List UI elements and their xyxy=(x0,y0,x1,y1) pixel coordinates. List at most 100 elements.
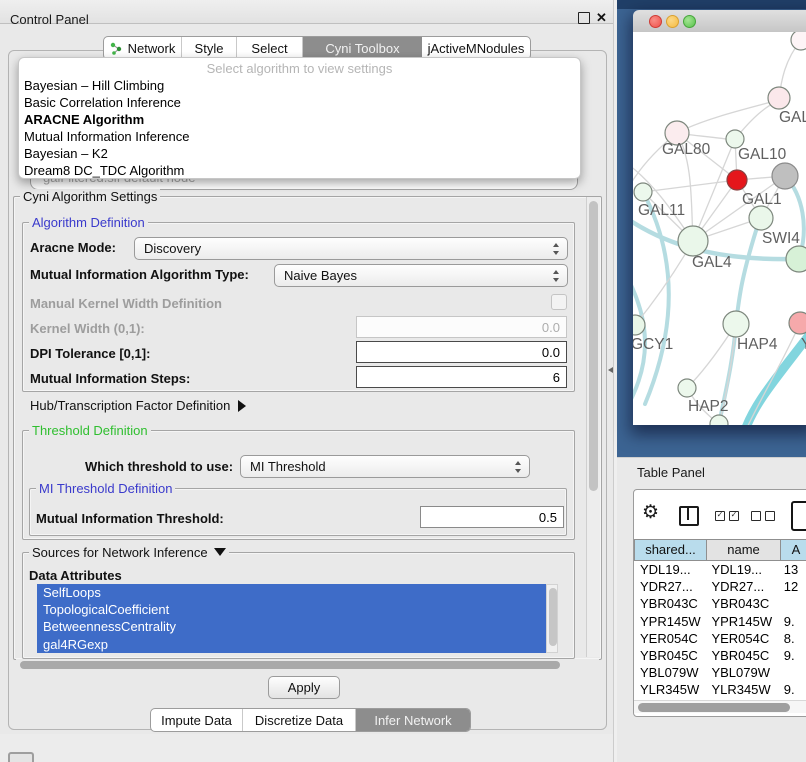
tab-label: jActiveMNodules xyxy=(428,41,525,56)
network-edge[interactable] xyxy=(677,100,779,133)
table-header-row: shared...nameA xyxy=(634,539,806,561)
algorithm-option[interactable]: Dream8 DC_TDC Algorithm xyxy=(19,162,580,179)
algorithm-option[interactable]: Bayesian – Hill Climbing xyxy=(19,77,580,94)
close-traffic-light-icon[interactable] xyxy=(649,15,662,28)
table-row[interactable]: YBR045CYBR045C9. xyxy=(634,647,806,664)
hub-definition-toggle[interactable]: Hub/Transcription Factor Definition xyxy=(30,398,246,413)
scrollbar-thumb[interactable] xyxy=(638,703,790,712)
table-cell: YBR043C xyxy=(634,595,706,612)
scrollbar-thumb[interactable] xyxy=(20,661,560,669)
attributes-list-scrollbar[interactable] xyxy=(546,584,558,653)
table-row[interactable]: YPR145WYPR145W9. xyxy=(634,613,806,630)
which-threshold-value: MI Threshold xyxy=(250,459,326,474)
gear-icon[interactable]: ⚙ xyxy=(642,503,659,523)
network-node[interactable] xyxy=(727,170,747,190)
network-node[interactable] xyxy=(772,163,798,189)
mi-threshold-definition-title: MI Threshold Definition xyxy=(36,481,175,496)
tab-impute-data[interactable]: Impute Data xyxy=(151,709,243,731)
mi-type-value: Naive Bayes xyxy=(284,268,357,283)
network-node-label: SWI4 xyxy=(762,230,800,247)
network-node[interactable] xyxy=(791,32,806,50)
zoom-traffic-light-icon[interactable] xyxy=(683,15,696,28)
table-row[interactable]: YLR345WYLR345W9. xyxy=(634,681,806,698)
network-node[interactable] xyxy=(678,379,696,397)
export-table-icon[interactable] xyxy=(791,501,806,531)
dpi-tolerance-field[interactable]: 0.0 xyxy=(356,341,567,363)
which-threshold-combo[interactable]: MI Threshold xyxy=(240,455,530,478)
spinner-arrows-icon xyxy=(514,460,522,474)
table-row[interactable]: YDL19...YDL19...13 xyxy=(634,561,806,578)
network-canvas[interactable]: GALGAL80GAL10GAL1GAL11SWI4GAL4GCY1HAP4YH… xyxy=(633,32,806,425)
algorithm-option[interactable]: Mutual Information Inference xyxy=(19,128,580,145)
spinner-arrows-icon xyxy=(552,242,560,256)
sources-toggle[interactable]: Sources for Network Inference xyxy=(29,545,229,560)
kernel-width-field[interactable]: 0.0 xyxy=(356,316,567,338)
column-header-A[interactable]: A xyxy=(781,539,806,561)
tab-discretize-data[interactable]: Discretize Data xyxy=(243,709,356,731)
mi-steps-field[interactable]: 6 xyxy=(356,366,567,388)
table-cell: 9. xyxy=(779,681,806,698)
which-threshold-label: Which threshold to use: xyxy=(85,459,233,474)
table-row[interactable]: YER054CYER054C8. xyxy=(634,630,806,647)
hidden-panel-icon[interactable] xyxy=(8,752,34,762)
aracne-mode-label: Aracne Mode: xyxy=(30,240,116,255)
settings-vertical-scrollbar[interactable] xyxy=(586,197,600,657)
network-node-label: GAL10 xyxy=(738,146,787,163)
tab-cyni-toolbox[interactable]: Cyni Toolbox xyxy=(303,37,422,59)
tab-network[interactable]: Network xyxy=(104,37,182,59)
tab-select[interactable]: Select xyxy=(237,37,303,59)
control-panel-title: Control Panel xyxy=(10,12,89,27)
expand-arrow-icon xyxy=(238,400,246,412)
aracne-mode-combo[interactable]: Discovery xyxy=(134,237,568,260)
deselect-all-checkboxes-icon[interactable] xyxy=(751,511,775,521)
scrollbar-thumb[interactable] xyxy=(549,588,557,646)
minimize-traffic-light-icon[interactable] xyxy=(666,15,679,28)
column-header-name[interactable]: name xyxy=(707,539,781,561)
network-node[interactable] xyxy=(634,183,652,201)
table-row[interactable]: YBL079WYBL079W xyxy=(634,664,806,681)
tab-jactivemnodules[interactable]: jActiveMNodules xyxy=(422,37,530,59)
attribute-list-item[interactable]: gal4RGexp xyxy=(37,636,546,653)
table-cell: 9. xyxy=(779,647,806,664)
attribute-list-item[interactable]: SelfLoops xyxy=(37,584,546,601)
algorithm-definition-title: Algorithm Definition xyxy=(29,215,148,230)
network-node[interactable] xyxy=(678,226,708,256)
manual-kernel-checkbox[interactable] xyxy=(551,294,567,310)
table-panel-title: Table Panel xyxy=(637,465,705,480)
mi-threshold-field[interactable]: 0.5 xyxy=(420,506,564,528)
mi-type-combo[interactable]: Naive Bayes xyxy=(274,264,568,287)
tab-infer-network[interactable]: Infer Network xyxy=(356,709,470,731)
tab-style[interactable]: Style xyxy=(182,37,237,59)
network-node[interactable] xyxy=(768,87,790,109)
algorithm-option[interactable]: ARACNE Algorithm xyxy=(19,111,580,128)
close-icon[interactable]: ✕ xyxy=(596,10,607,26)
scrollbar-thumb[interactable] xyxy=(589,201,598,491)
divider-collapse-icon[interactable] xyxy=(608,367,613,373)
table-body: YDL19...YDL19...13YDR27...YDR27...12YBR0… xyxy=(634,561,806,700)
algorithm-option[interactable]: Bayesian – K2 xyxy=(19,145,580,162)
algorithm-option[interactable]: Basic Correlation Inference xyxy=(19,94,580,111)
table-cell: YPR145W xyxy=(634,613,706,630)
tab-label: Select xyxy=(251,41,287,56)
network-node[interactable] xyxy=(710,415,728,425)
column-header-shared...[interactable]: shared... xyxy=(634,539,707,561)
network-node[interactable] xyxy=(749,206,773,230)
table-row[interactable]: YBR043CYBR043C xyxy=(634,595,806,612)
column-layout-icon[interactable] xyxy=(679,506,699,526)
attribute-list-item[interactable]: BetweennessCentrality xyxy=(37,618,546,635)
network-node[interactable] xyxy=(723,311,749,337)
tab-label: Network xyxy=(128,41,176,56)
network-node-label: HAP4 xyxy=(737,336,778,353)
table-cell: YDL19... xyxy=(706,561,778,578)
network-node[interactable] xyxy=(786,246,806,272)
settings-horizontal-scrollbar[interactable] xyxy=(16,659,599,671)
network-node-label: HAP2 xyxy=(688,398,729,415)
select-all-checkboxes-icon[interactable] xyxy=(715,511,739,521)
network-node[interactable] xyxy=(789,312,806,334)
table-cell: YER054C xyxy=(706,630,778,647)
table-horizontal-scrollbar[interactable] xyxy=(634,700,806,713)
table-row[interactable]: YDR27...YDR27...12 xyxy=(634,578,806,595)
float-window-icon[interactable] xyxy=(578,12,590,24)
attribute-list-item[interactable]: TopologicalCoefficient xyxy=(37,601,546,618)
apply-button[interactable]: Apply xyxy=(268,676,340,699)
